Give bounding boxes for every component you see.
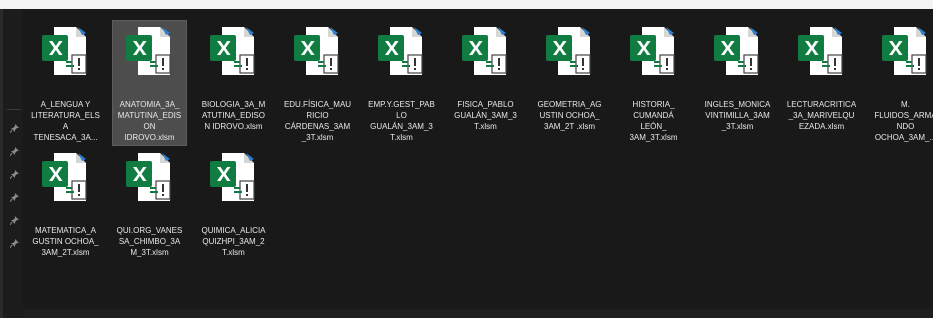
file-item[interactable]: A_LENGUA Y LITERATURA_ELS A TENESACA_3A.…: [28, 20, 103, 146]
nav-divider: [7, 109, 21, 110]
excel-macro-file-icon: [41, 153, 87, 201]
pin-icon[interactable]: [10, 193, 19, 202]
file-item[interactable]: INGLES_MONICA VINTIMILLA_3AM _3T.xlsm: [700, 20, 775, 146]
file-item[interactable]: QUIMICA_ALICIA QUIZHPI_3AM_2 T.xlsm: [196, 146, 271, 272]
file-name-label: QUIMICA_ALICIA QUIZHPI_3AM_2 T.xlsm: [201, 226, 266, 257]
excel-macro-file-icon: [209, 153, 255, 201]
file-item[interactable]: EDU.FÍSICA_MAU RICIO CÁRDENAS_3AM _3T.xl…: [280, 20, 355, 146]
pin-icon[interactable]: [10, 124, 19, 133]
file-name-label: GEOMETRIA_AG USTIN OCHOA_ 3AM_2T .xlsm: [537, 100, 602, 131]
file-name-label: LECTURACRITICA _3A_MARIVELQU EZADA.xlsm: [786, 100, 857, 131]
file-name-label: QUI.ORG_VANES SA_CHIMBO_3A M_3T.xlsm: [116, 226, 183, 257]
file-item[interactable]: FISICA_PABLO GUALÁN_3AM_3 T.xlsm: [448, 20, 523, 146]
file-name-label: EDU.FÍSICA_MAU RICIO CÁRDENAS_3AM _3T.xl…: [283, 100, 352, 142]
excel-macro-file-icon: [881, 27, 927, 75]
file-item[interactable]: MATEMATICA_A GUSTIN OCHOA_ 3AM_2T.xlsm: [28, 146, 103, 272]
excel-macro-file-icon: [629, 27, 675, 75]
file-item[interactable]: LECTURACRITICA _3A_MARIVELQU EZADA.xlsm: [784, 20, 859, 146]
pin-icon[interactable]: [10, 216, 19, 225]
pin-icon[interactable]: [10, 170, 19, 179]
excel-macro-file-icon: [797, 27, 843, 75]
file-item[interactable]: GEOMETRIA_AG USTIN OCHOA_ 3AM_2T .xlsm: [532, 20, 607, 146]
file-list-view[interactable]: A_LENGUA Y LITERATURA_ELS A TENESACA_3A.…: [23, 9, 933, 309]
pin-icon[interactable]: [10, 239, 19, 248]
file-item[interactable]: HISTORIA_ CUMANDÁ LEÓN_ 3AM_3T.xlsm: [616, 20, 691, 146]
file-name-label: ANATOMIA_3A_ MATUTINA_EDIS ON IDROVO.xls…: [117, 100, 182, 142]
file-item[interactable]: EMP.Y.GEST_PAB LO GUALÁN_3AM_3 T.xlsm: [364, 20, 439, 146]
pin-icon[interactable]: [10, 147, 19, 156]
file-name-label: FISICA_PABLO GUALÁN_3AM_3 T.xlsm: [454, 100, 517, 131]
excel-macro-file-icon: [209, 27, 255, 75]
horizontal-scrollbar[interactable]: [23, 309, 933, 318]
file-name-label: EMP.Y.GEST_PAB LO GUALÁN_3AM_3 T.xlsm: [368, 100, 435, 142]
excel-macro-file-icon: [41, 27, 87, 75]
excel-macro-file-icon: [461, 27, 507, 75]
navigation-pane[interactable]: [3, 9, 23, 318]
file-item[interactable]: QUI.ORG_VANES SA_CHIMBO_3A M_3T.xlsm: [112, 146, 187, 272]
file-item[interactable]: ANATOMIA_3A_ MATUTINA_EDIS ON IDROVO.xls…: [112, 20, 187, 146]
file-name-label: HISTORIA_ CUMANDÁ LEÓN_ 3AM_3T.xlsm: [629, 100, 678, 142]
file-name-label: BIOLOGIA_3A_M ATUTINA_EDISO N IDROVO.xls…: [201, 100, 266, 131]
file-name-label: A_LENGUA Y LITERATURA_ELS A TENESACA_3A.…: [31, 100, 100, 142]
file-item[interactable]: BIOLOGIA_3A_M ATUTINA_EDISO N IDROVO.xls…: [196, 20, 271, 146]
excel-macro-file-icon: [713, 27, 759, 75]
title-bar-strip: [0, 0, 933, 9]
excel-macro-file-icon: [377, 27, 423, 75]
file-name-label: INGLES_MONICA VINTIMILLA_3AM _3T.xlsm: [704, 100, 771, 131]
excel-macro-file-icon: [125, 153, 171, 201]
file-name-label: MATEMATICA_A GUSTIN OCHOA_ 3AM_2T.xlsm: [32, 226, 99, 257]
file-name-label: M. FLUIDOS_ARMA NDO OCHOA_3AM_...: [874, 100, 933, 142]
file-item[interactable]: M. FLUIDOS_ARMA NDO OCHOA_3AM_...: [868, 20, 933, 146]
excel-macro-file-icon: [293, 27, 339, 75]
excel-macro-file-icon: [545, 27, 591, 75]
excel-macro-file-icon: [125, 27, 171, 75]
